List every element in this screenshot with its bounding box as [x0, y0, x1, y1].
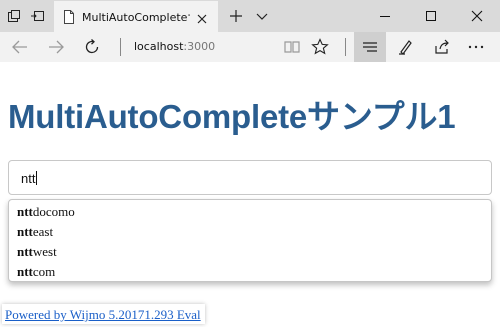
back-icon[interactable] — [10, 37, 30, 57]
active-tab[interactable]: MultiAutoCompleteサン — [54, 1, 218, 32]
close-icon[interactable] — [196, 10, 208, 24]
share-icon[interactable] — [432, 37, 452, 57]
toolbar-divider — [345, 38, 346, 56]
hub-icon[interactable] — [360, 37, 380, 57]
suggestion-dropdown: nttdocomo ntteast nttwest nttcom — [8, 199, 492, 282]
suggestion-item[interactable]: nttcom — [17, 264, 55, 280]
suggestion-rest: east — [32, 224, 54, 239]
web-note-icon[interactable] — [396, 37, 416, 57]
suggestion-item[interactable]: ntteast — [17, 224, 53, 240]
more-icon[interactable] — [466, 37, 486, 57]
address-divider — [120, 38, 121, 56]
window-close-icon[interactable] — [454, 0, 500, 30]
reading-view-icon[interactable] — [282, 37, 302, 57]
suggestion-item[interactable]: nttdocomo — [17, 204, 75, 220]
address-toolbar: localhost:3000 — [0, 32, 500, 62]
tab-title: MultiAutoCompleteサン — [82, 11, 190, 24]
new-tab-icon[interactable] — [228, 8, 244, 24]
refresh-icon[interactable] — [82, 37, 102, 57]
suggestion-rest: docomo — [32, 204, 75, 219]
suggestion-match: ntt — [17, 244, 33, 259]
set-aside-tabs-icon[interactable] — [30, 8, 46, 24]
tab-overview-icon[interactable] — [6, 8, 22, 24]
wijmo-eval-link[interactable]: Powered by Wijmo 5.20171.293 Eval — [2, 304, 205, 324]
suggestion-match: ntt — [17, 224, 33, 239]
url-host: localhost — [134, 40, 184, 53]
title-bar: MultiAutoCompleteサン — [0, 0, 500, 32]
suggestion-rest: com — [32, 264, 56, 279]
page-content: MultiAutoCompleteサンプル1 ntt nttdocomo ntt… — [0, 62, 500, 327]
tab-list-chevron-icon[interactable] — [254, 8, 270, 24]
multi-autocomplete-input-box[interactable]: ntt — [8, 160, 492, 195]
page-title: MultiAutoCompleteサンプル1 — [8, 98, 456, 135]
forward-icon[interactable] — [46, 37, 66, 57]
suggestion-item[interactable]: nttwest — [17, 244, 57, 260]
minimize-icon[interactable] — [362, 0, 408, 30]
address-bar[interactable]: localhost:3000 — [134, 40, 215, 53]
suggestion-match: ntt — [17, 204, 33, 219]
text-caret — [36, 171, 38, 185]
suggestion-match: ntt — [17, 264, 33, 279]
url-port: :3000 — [183, 40, 216, 53]
page-icon — [63, 9, 75, 24]
search-input[interactable]: ntt — [21, 171, 38, 186]
input-value: ntt — [21, 171, 36, 186]
suggestion-rest: west — [32, 244, 57, 259]
favorite-star-icon[interactable] — [310, 37, 330, 57]
maximize-icon[interactable] — [408, 0, 454, 30]
